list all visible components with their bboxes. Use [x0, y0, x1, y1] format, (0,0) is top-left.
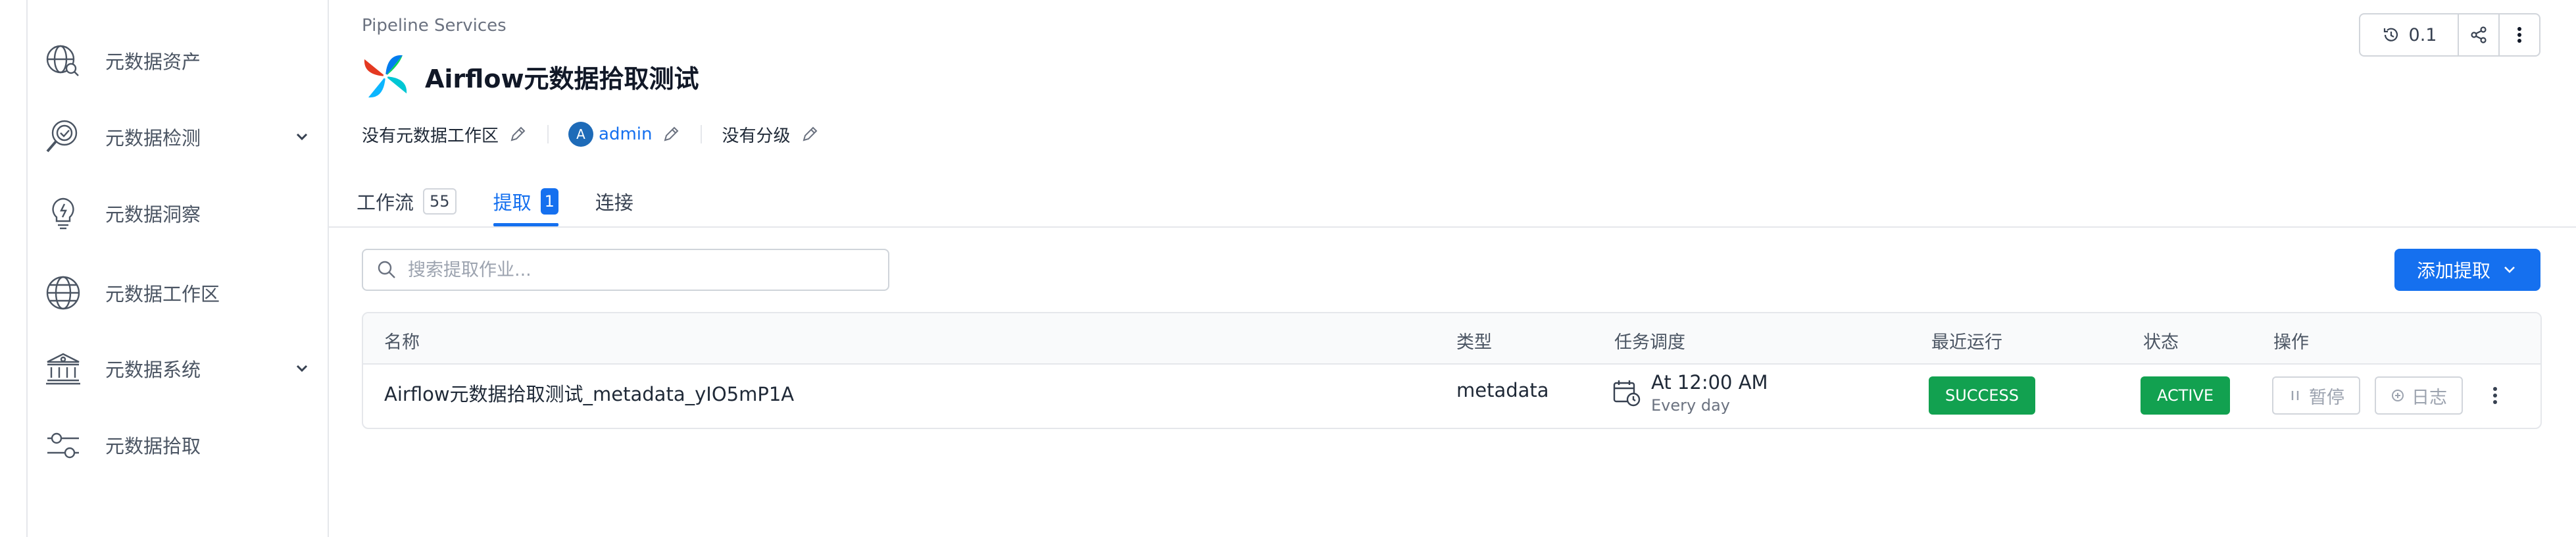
sidebar-item-label: 元数据检测: [105, 127, 201, 149]
sidebar-item-label: 元数据洞察: [105, 203, 201, 226]
tab-label: 提取: [493, 192, 532, 214]
chevron-down-icon[interactable]: [291, 126, 313, 148]
sidebar-item-data-quality[interactable]: 元数据检测: [28, 111, 329, 163]
avatar: A: [568, 122, 594, 147]
column-header-recent-runs: 最近运行: [1931, 332, 2002, 353]
schedule-subtext: Every day: [1651, 396, 1730, 415]
owner-field: A admin: [568, 122, 681, 147]
tab-connection[interactable]: 连接: [595, 176, 633, 226]
sidebar-item-domains[interactable]: 元数据工作区: [28, 267, 329, 319]
sidebar-item-label: 元数据工作区: [105, 283, 220, 305]
domain-field: 没有元数据工作区: [362, 122, 528, 147]
data-asset-icon: [46, 45, 79, 76]
table-header: 名称 类型 任务调度 最近运行 状态 操作: [363, 313, 2540, 365]
column-header-name: 名称: [384, 332, 420, 353]
schedule-text: At 12:00 AM: [1651, 371, 1768, 394]
title-row: Airflow元数据拾取测试: [360, 51, 699, 101]
pause-button[interactable]: 暂停: [2272, 376, 2360, 415]
column-header-actions: 操作: [2273, 332, 2309, 353]
sliders-icon: [47, 432, 79, 459]
calendar-clock-icon: [1613, 380, 1641, 407]
logs-button[interactable]: 日志: [2375, 376, 2463, 415]
ingestion-table: 名称 类型 任务调度 最近运行 状态 操作 Airflow元数据拾取测试_met…: [362, 312, 2542, 429]
insights-bulb-icon: [52, 197, 74, 230]
version-button[interactable]: 0.1: [2360, 14, 2459, 55]
divider: [701, 125, 703, 143]
sidebar-item-label: 元数据资产: [105, 51, 201, 73]
owner-link[interactable]: admin: [599, 124, 652, 144]
divider: [547, 125, 549, 143]
sidebar-item-insights[interactable]: 元数据洞察: [28, 187, 329, 240]
chevron-down-icon: [2504, 267, 2515, 273]
entity-meta-row: 没有元数据工作区 A admin 没有分级: [362, 121, 820, 147]
share-button[interactable]: [2459, 14, 2500, 55]
history-icon: [2383, 28, 2398, 41]
data-quality-icon: [46, 120, 78, 153]
status-badge: ACTIVE: [2141, 376, 2230, 415]
sidebar-item-governance[interactable]: 元数据系统: [28, 342, 329, 395]
tab-workflows[interactable]: 工作流 55: [357, 176, 457, 226]
column-header-schedule: 任务调度: [1614, 332, 1685, 353]
search-icon: [378, 261, 395, 278]
search-box: [362, 249, 889, 291]
tab-label: 连接: [595, 192, 633, 214]
sidebar-item-ingestion[interactable]: 元数据拾取: [28, 419, 329, 471]
tier-field: 没有分级: [722, 122, 819, 147]
edit-pencil-icon[interactable]: [508, 124, 528, 144]
pause-icon: [2291, 391, 2299, 400]
tab-bar: 工作流 55 提取 1 连接: [357, 176, 670, 226]
tier-value: 没有分级: [722, 126, 791, 146]
logs-icon: [2392, 390, 2404, 401]
share-icon: [2471, 26, 2487, 43]
more-vertical-icon: [2517, 27, 2521, 43]
add-ingestion-button[interactable]: 添加提取: [2394, 249, 2540, 291]
sidebar: 元数据资产 元数据检测 元数据洞察 元数据工作区 元数据系统 元数据拾取: [26, 0, 329, 537]
governance-building-icon: [46, 353, 80, 385]
globe-domain-icon: [46, 276, 80, 310]
ingestion-name[interactable]: Airflow元数据拾取测试_metadata_yIO5mP1A: [384, 379, 794, 407]
edit-pencil-icon[interactable]: [661, 124, 681, 144]
tab-count-badge: 1: [540, 188, 558, 215]
add-ingestion-label: 添加提取: [2416, 260, 2490, 282]
version-label: 0.1: [2408, 24, 2437, 45]
more-options-button[interactable]: [2500, 14, 2539, 55]
logs-label: 日志: [2412, 387, 2447, 408]
column-header-type: 类型: [1456, 332, 1492, 353]
last-run-status-badge[interactable]: SUCCESS: [1929, 376, 2035, 415]
tab-count-badge: 55: [423, 188, 457, 215]
sidebar-item-label: 元数据拾取: [105, 435, 201, 457]
airflow-logo-icon: [364, 55, 407, 98]
search-input[interactable]: [408, 259, 868, 280]
header-actions: 0.1: [2359, 13, 2540, 57]
page-title: Airflow元数据拾取测试: [425, 64, 699, 93]
chevron-down-icon[interactable]: [291, 357, 313, 380]
tab-ingestions[interactable]: 提取 1: [493, 176, 559, 226]
ingestion-type: metadata: [1456, 379, 1549, 401]
domain-value: 没有元数据工作区: [362, 126, 499, 146]
column-header-status: 状态: [2143, 332, 2179, 353]
tab-label: 工作流: [357, 192, 414, 214]
sidebar-item-label: 元数据系统: [105, 359, 201, 381]
pause-label: 暂停: [2309, 387, 2344, 408]
tab-divider: [329, 226, 2576, 228]
main-content: Pipeline Services Airflow元数据拾取测试 没有元数据工作…: [329, 0, 2576, 537]
breadcrumb[interactable]: Pipeline Services: [362, 16, 507, 36]
edit-pencil-icon[interactable]: [800, 124, 820, 144]
row-more-options-icon[interactable]: [2485, 384, 2505, 407]
sidebar-item-data-assets[interactable]: 元数据资产: [28, 34, 329, 87]
